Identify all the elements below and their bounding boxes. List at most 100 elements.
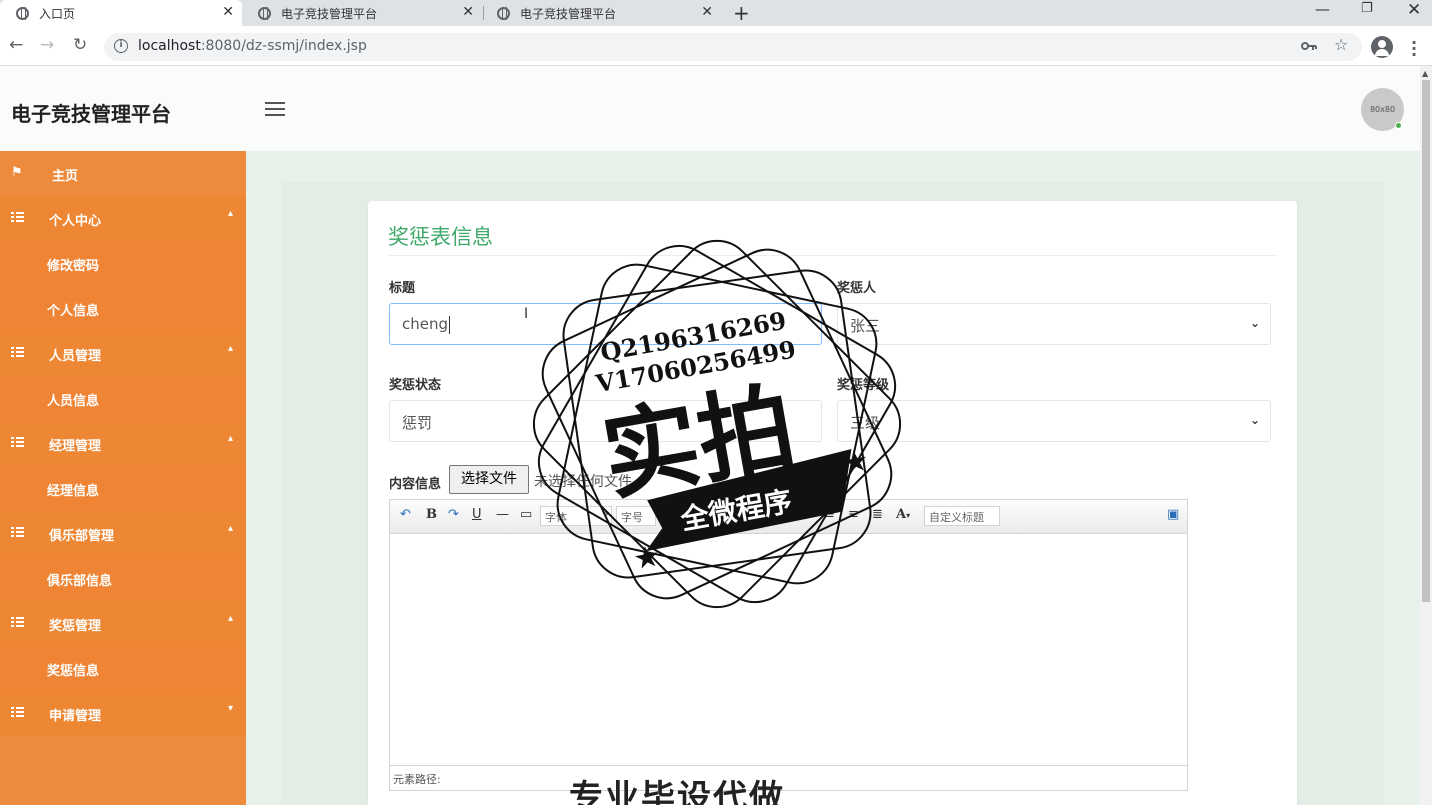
caret-down-icon: ▾: [227, 703, 233, 714]
custom-title-select[interactable]: 自定义标题: [924, 506, 1000, 526]
sidebar-group-label: 人员管理: [49, 349, 102, 364]
address-bar-row: ← → ↻ i localhost:8080/dz-ssmj/index.jsp…: [0, 26, 1432, 66]
sidebar-group-personal[interactable]: 个人中心 ▴: [0, 196, 246, 241]
tab-title: 电子竞技管理平台: [520, 6, 617, 21]
title-label: 标题: [389, 281, 416, 296]
sidebar-item-home[interactable]: ⚑ 主页: [0, 151, 246, 196]
grid-icon: [11, 706, 24, 721]
sidebar-item-label: 经理信息: [47, 484, 100, 499]
caret-up-icon: ▴: [227, 433, 233, 444]
globe-icon: [497, 6, 510, 20]
caret-up-icon: ▴: [227, 523, 233, 534]
forward-icon[interactable]: →: [40, 35, 54, 55]
sidebar-group-club[interactable]: 俱乐部管理 ▴: [0, 511, 246, 556]
close-window-icon[interactable]: ✕: [1407, 0, 1421, 20]
sidebar-item-label: 奖惩信息: [47, 664, 100, 679]
menu-dots-icon[interactable]: · · ·: [1411, 35, 1417, 63]
back-icon[interactable]: ←: [9, 35, 23, 55]
watermark-bottom-text: 专业毕设代做: [569, 778, 785, 805]
text-cursor-icon: I: [524, 306, 529, 322]
scroll-up-icon[interactable]: ▲: [1422, 69, 1428, 78]
reload-icon[interactable]: ↻: [73, 35, 87, 55]
browser-tab[interactable]: 电子竞技管理平台 ✕: [481, 0, 721, 26]
sidebar-item-club-info[interactable]: 俱乐部信息: [0, 556, 246, 601]
sidebar-group-label: 个人中心: [49, 214, 102, 229]
choose-file-button[interactable]: 选择文件: [449, 465, 529, 494]
new-tab-icon[interactable]: +: [733, 1, 750, 25]
element-path-label: 元素路径:: [393, 773, 441, 786]
chevron-down-icon: ⌄: [1249, 316, 1260, 330]
status-label: 奖惩状态: [389, 378, 442, 393]
horizontal-rule-icon[interactable]: —: [496, 507, 509, 522]
title-input-value: cheng: [402, 315, 449, 333]
sidebar-item-label: 俱乐部信息: [47, 574, 113, 589]
sidebar-item-label: 个人信息: [47, 304, 100, 319]
url-field[interactable]: i localhost:8080/dz-ssmj/index.jsp: [104, 33, 1362, 61]
sidebar-item-staff-info[interactable]: 人员信息: [0, 376, 246, 421]
sidebar-group-label: 奖惩管理: [49, 619, 102, 634]
watermark-stamp: Q2196316269 V17060256499 实拍 全微程序 ★ ★: [532, 239, 902, 609]
sidebar-group-application[interactable]: 申请管理 ▾: [0, 691, 246, 736]
grid-icon: [11, 211, 24, 226]
grid-icon: [11, 436, 24, 451]
sidebar-item-personal-info[interactable]: 个人信息: [0, 286, 246, 331]
sidebar-item-label: 主页: [52, 169, 79, 184]
sidebar-group-label: 经理管理: [49, 439, 102, 454]
underline-icon[interactable]: U: [472, 507, 482, 522]
caret-up-icon: ▴: [227, 343, 233, 354]
sidebar-item-label: 修改密码: [47, 259, 100, 274]
sidebar-item-manager-info[interactable]: 经理信息: [0, 466, 246, 511]
close-tab-icon[interactable]: ✕: [462, 4, 474, 20]
caret-up-icon: ▴: [227, 613, 233, 624]
restore-icon[interactable]: ❐: [1361, 1, 1373, 16]
avatar-placeholder-text: 80x80: [1369, 105, 1396, 114]
page-viewport: 电子竞技管理平台 80x80 ⚑ 主页 个人中心 ▴ 修改密码 个人信息 人员管…: [0, 66, 1420, 805]
tab-title: 电子竞技管理平台: [281, 6, 378, 21]
chevron-down-icon: ⌄: [1249, 413, 1260, 427]
globe-icon: [258, 6, 271, 20]
url-host: localhost: [138, 38, 201, 54]
flag-icon: ⚑: [11, 165, 23, 180]
sidebar-item-reward-info[interactable]: 奖惩信息: [0, 646, 246, 691]
globe-icon: [16, 6, 29, 20]
scrollbar-thumb[interactable]: [1422, 80, 1430, 602]
sidebar-group-manager[interactable]: 经理管理 ▴: [0, 421, 246, 466]
caret-up-icon: ▴: [227, 208, 233, 219]
minimize-icon[interactable]: —: [1315, 0, 1330, 18]
bold-icon[interactable]: B: [426, 507, 437, 522]
app-header: 电子竞技管理平台 80x80: [0, 66, 1420, 151]
undo-icon[interactable]: ↶: [400, 507, 411, 522]
sidebar-group-label: 俱乐部管理: [49, 529, 115, 544]
grid-icon: [11, 346, 24, 361]
bookmark-star-icon[interactable]: ☆: [1334, 35, 1348, 54]
sidebar-group-reward[interactable]: 奖惩管理 ▴: [0, 601, 246, 646]
url-path: :8080/dz-ssmj/index.jsp: [200, 38, 367, 54]
account-icon[interactable]: [1371, 36, 1393, 58]
page-scrollbar[interactable]: ▲: [1420, 66, 1432, 805]
info-icon[interactable]: i: [114, 39, 128, 53]
close-tab-icon[interactable]: ✕: [701, 4, 713, 20]
browser-tab[interactable]: 电子竞技管理平台 ✕: [242, 0, 482, 26]
brand-title: 电子竞技管理平台: [11, 102, 171, 126]
redo-icon[interactable]: ↷: [448, 507, 459, 522]
star-icon: ★: [841, 446, 870, 480]
sidebar-item-change-password[interactable]: 修改密码: [0, 241, 246, 286]
sidebar: ⚑ 主页 个人中心 ▴ 修改密码 个人信息 人员管理 ▴ 人员信息 经理管理 ▴…: [0, 151, 246, 805]
browser-tab-active[interactable]: 入口页 ✕: [0, 0, 242, 26]
avatar[interactable]: 80x80: [1361, 88, 1404, 131]
form-title: 奖惩表信息: [388, 225, 493, 249]
key-icon[interactable]: [1301, 40, 1317, 52]
sidebar-group-label: 申请管理: [49, 709, 102, 724]
status-select-value: 惩罚: [402, 414, 433, 432]
tab-title: 入口页: [39, 6, 76, 21]
sidebar-item-label: 人员信息: [47, 394, 100, 409]
online-status-icon: [1395, 122, 1402, 129]
fullscreen-icon[interactable]: ▣: [1167, 507, 1179, 522]
sidebar-group-staff[interactable]: 人员管理 ▴: [0, 331, 246, 376]
content-label: 内容信息: [389, 477, 442, 492]
close-tab-icon[interactable]: ✕: [222, 4, 234, 20]
grid-icon: [11, 526, 24, 541]
hamburger-menu-icon[interactable]: [265, 102, 285, 116]
grid-icon: [11, 616, 24, 631]
editor-status-bar: 元素路径:: [390, 765, 1187, 790]
